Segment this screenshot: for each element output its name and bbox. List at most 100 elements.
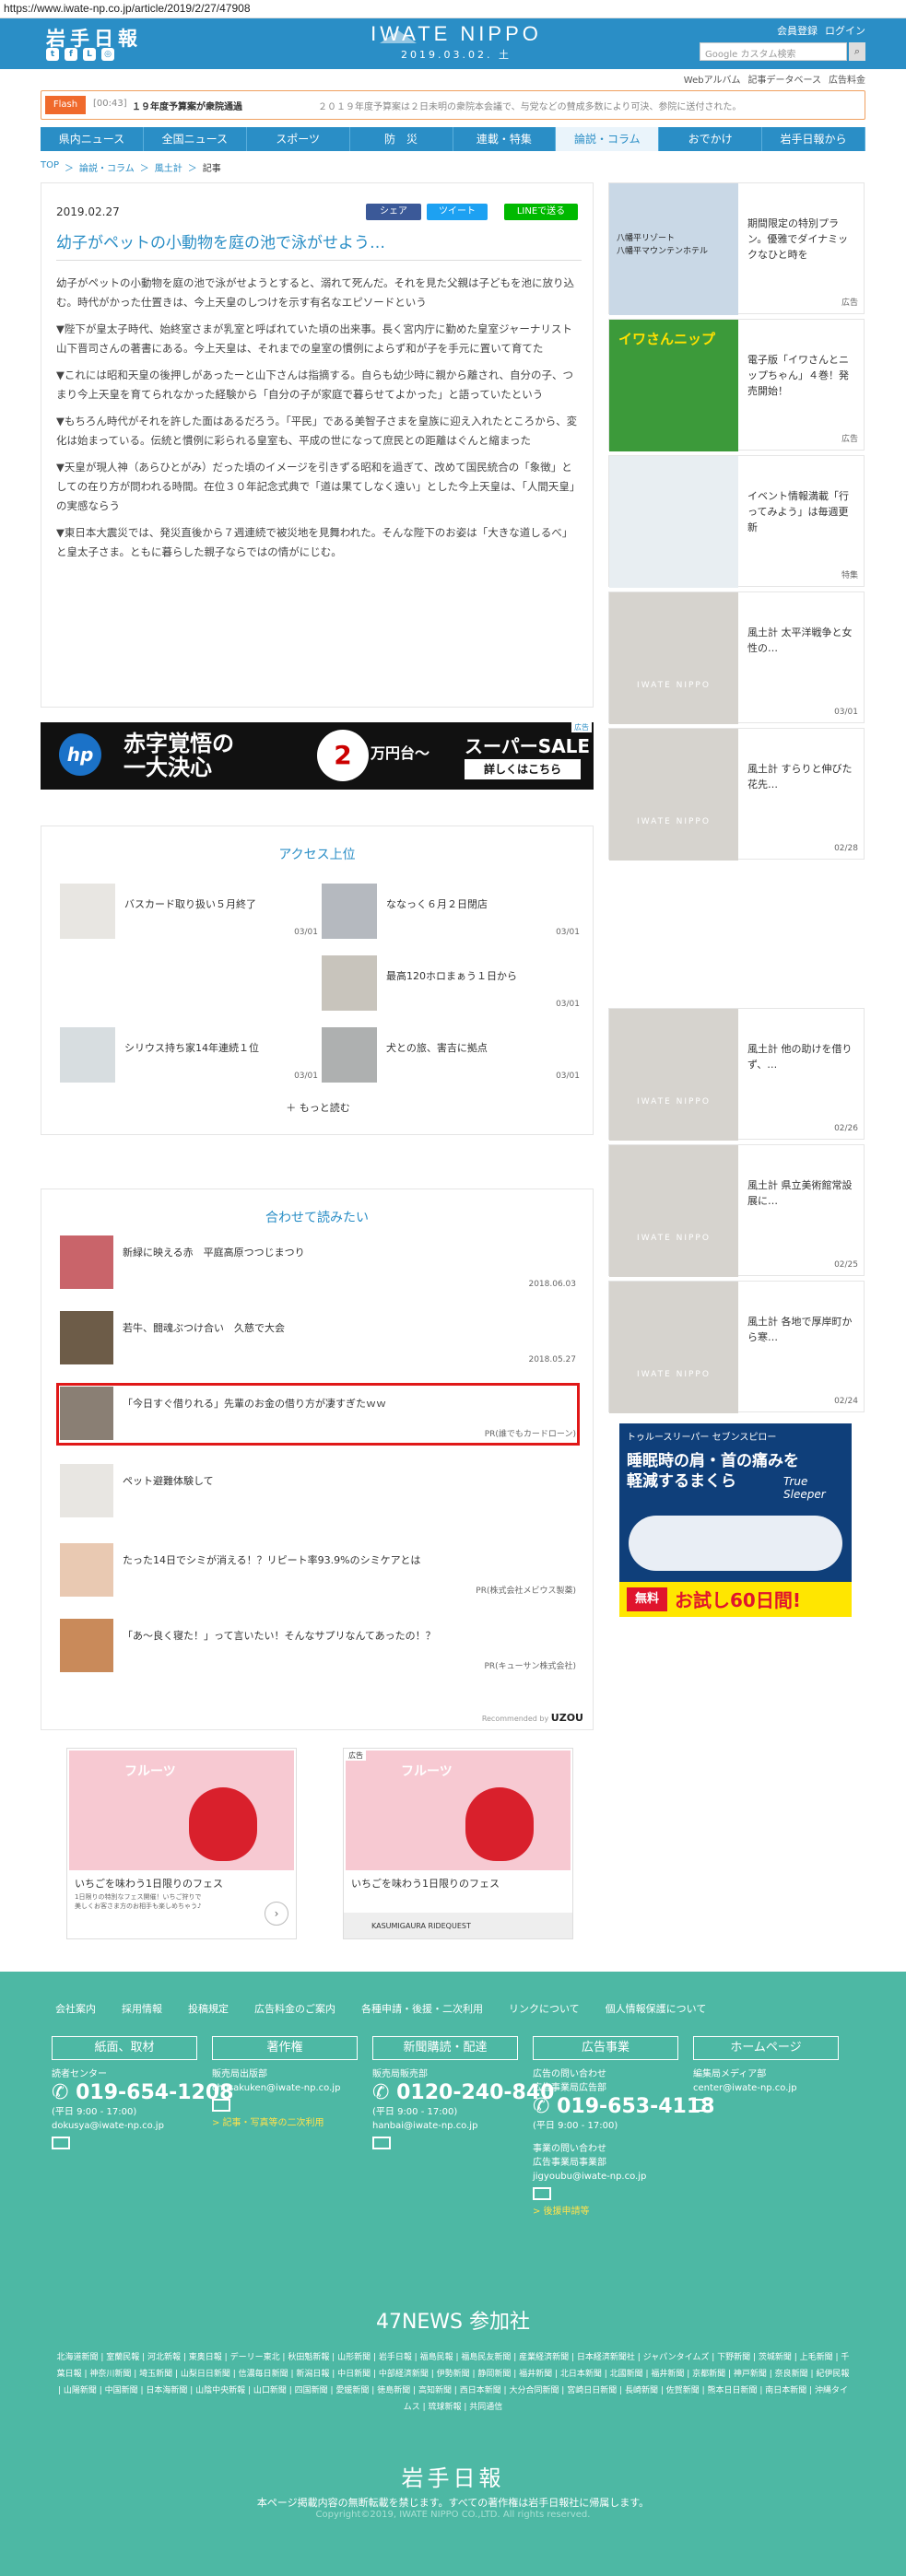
news-partners-list[interactable]: 北海道新聞 | 室蘭民報 | 河北新報 | 東奥日報 | デーリー東北 | 秋田… bbox=[55, 2349, 851, 2416]
nav-item[interactable]: 岩手日報から bbox=[762, 127, 865, 151]
footer-section-button[interactable]: ホームページ bbox=[693, 2036, 839, 2060]
thumbnail bbox=[60, 1619, 113, 1672]
footer-link[interactable]: 採用情報 bbox=[122, 2001, 162, 2016]
nav-item[interactable]: 防 災 bbox=[350, 127, 453, 151]
strawberry-ad[interactable]: フルーツ 広告 いちごを味わう1日限りのフェス KASUMIGAURA RIDE… bbox=[343, 1748, 573, 1939]
footer-link[interactable]: 個人情報保護について bbox=[606, 2001, 707, 2016]
phone-number[interactable]: ✆ 019-654-1208 bbox=[52, 2081, 233, 2105]
email-link[interactable]: hanbai@iwate-np.co.jp bbox=[372, 2119, 554, 2133]
register-link[interactable]: 会員登録 bbox=[777, 23, 818, 38]
phone-number[interactable]: ✆ 019-653-4118 bbox=[533, 2095, 714, 2119]
sidebar-item[interactable]: IWATE NIPPO 風土計 他の助けを借りず、… 02/26 bbox=[608, 1008, 865, 1141]
facebook-share-button[interactable]: シェア bbox=[366, 204, 421, 220]
footer-section-button[interactable]: 紙面、取材 bbox=[52, 2036, 197, 2060]
ad-cta-button[interactable]: 詳しくはこちら bbox=[465, 759, 581, 779]
address-bar[interactable]: https://www.iwate-np.co.jp/article/2019/… bbox=[0, 0, 906, 18]
mail-icon[interactable] bbox=[372, 2137, 391, 2149]
related-item-pr[interactable]: たった14日でシミが消える！？リピート率93.9%のシミケアとは PR(株式会社… bbox=[60, 1543, 576, 1598]
nav-item[interactable]: スポーツ bbox=[247, 127, 350, 151]
hp-ad-banner[interactable]: hp 赤字覚悟の 一大決心 2 万円台〜 スーパーSALE 詳しくはこちら 広告 bbox=[41, 722, 594, 790]
mail-icon[interactable] bbox=[52, 2137, 70, 2149]
sidebar-item[interactable]: イベント情報満載「行ってみよう」は毎週更新 特集 bbox=[608, 455, 865, 588]
nav-item-active[interactable]: 論説・コラム bbox=[556, 127, 660, 151]
chevron-right-icon[interactable]: › bbox=[265, 1902, 288, 1926]
related-item-pr[interactable]: 「今日すぐ借りれる」先輩のお金の借り方が凄すぎたｗｗ PR(誰でもカードローン) bbox=[60, 1387, 576, 1442]
breadcrumb-link[interactable]: 論説・コラム bbox=[79, 160, 135, 174]
tweet-button[interactable]: ツイート bbox=[427, 204, 488, 220]
subnav-link[interactable]: 広告料金 bbox=[829, 72, 865, 86]
sidebar-item[interactable]: 八幡平リゾート 八幡平マウンテンホテル 期間限定の特別プラン。優雅でダイナミック… bbox=[608, 182, 865, 315]
footer-section-button[interactable]: 新聞購読・配達 bbox=[372, 2036, 518, 2060]
footer-section-button[interactable]: 著作権 bbox=[212, 2036, 358, 2060]
ranking-item-date: 03/01 bbox=[556, 928, 580, 937]
thumbnail bbox=[322, 884, 377, 939]
more-link[interactable]: ＋ もっと読む bbox=[41, 1100, 594, 1115]
nav-item[interactable]: おでかけ bbox=[659, 127, 763, 151]
phone-number[interactable]: ✆ 0120-240-840 bbox=[372, 2081, 554, 2105]
strawberry-ad[interactable]: フルーツ いちごを味わう1日限りのフェス 1日限りの特別なフェス開催！いちご狩り… bbox=[66, 1748, 297, 1939]
ad-subtext: 1日限りの特別なフェス開催！いちご狩りで 美しくお客さま方のお相手も楽しめちゃう♪ bbox=[75, 1893, 202, 1910]
line-icon[interactable]: L bbox=[83, 48, 96, 61]
twitter-icon[interactable]: t bbox=[46, 48, 59, 61]
ad-image: フルーツ bbox=[69, 1751, 294, 1870]
sidebar-item[interactable]: IWATE NIPPO 風土計 すらりと伸びた花先… 02/28 bbox=[608, 728, 865, 861]
related-item[interactable]: ペット避難体験して bbox=[60, 1464, 576, 1519]
recommend-credit[interactable]: Recommended by UZOU bbox=[482, 1712, 583, 1724]
sidebar-item[interactable]: イワさんニップ 電子版「イワさんとニップちゃん」４巻！発売開始！ 広告 bbox=[608, 319, 865, 451]
ranking-item[interactable]: 最高120ホロまぁう１日から 03/01 bbox=[322, 955, 580, 1011]
breadcrumb-link[interactable]: 風土計 bbox=[155, 160, 182, 174]
brand-name[interactable]: IWATE NIPPO bbox=[369, 22, 544, 46]
pillow-ad[interactable]: トゥルースリーパー セブンスピロー 睡眠時の肩・首の痛みを 軽減するまくら Tr… bbox=[619, 1423, 852, 1617]
footer-link[interactable]: 広告料金のご案内 bbox=[254, 2001, 335, 2016]
sidebar-item[interactable]: IWATE NIPPO 風土計 県立美術館常設展に… 02/25 bbox=[608, 1144, 865, 1277]
mail-icon[interactable] bbox=[212, 2099, 230, 2112]
flash-news-bar[interactable]: Flash [00:43] １９年度予算案が衆院通過 ２０１９年度予算案は２日未… bbox=[41, 90, 865, 120]
ad-sponsor: KASUMIGAURA RIDEQUEST bbox=[344, 1913, 572, 1938]
related-item-pr[interactable]: 「あ〜良く寝た！」って言いたい！そんなサプリなんてあったの！？ PR(キューサン… bbox=[60, 1619, 576, 1674]
nav-item[interactable]: 県内ニュース bbox=[41, 127, 144, 151]
ranking-item[interactable]: ななっく６月２日閉店 03/01 bbox=[322, 884, 580, 939]
nav-item[interactable]: 連載・特集 bbox=[453, 127, 557, 151]
footer-contact: 読者センター ✆ 019-654-1208 (平日 9:00 - 17:00) … bbox=[52, 2067, 233, 2154]
email-link[interactable]: chosakuken@iwate-np.co.jp bbox=[212, 2081, 340, 2095]
ranking-item[interactable]: シリウス持ち家14年連続１位 03/01 bbox=[60, 1027, 318, 1083]
ranking-item[interactable]: バスカード取り扱い５月終了 03/01 bbox=[60, 884, 318, 939]
footer-sublink[interactable]: > 後援申請等 bbox=[533, 2205, 714, 2219]
subnav-link[interactable]: 記事データベース bbox=[748, 72, 822, 86]
footer-section-button[interactable]: 広告事業 bbox=[533, 2036, 678, 2060]
sidebar-item[interactable]: IWATE NIPPO 風土計 各地で厚岸町から寒… 02/24 bbox=[608, 1281, 865, 1413]
related-item[interactable]: 新緑に映える赤 平庭高原つつじまつり 2018.06.03 bbox=[60, 1235, 576, 1291]
facebook-icon[interactable]: f bbox=[65, 48, 77, 61]
sidebar-item[interactable]: IWATE NIPPO 風土計 太平洋戦争と女性の… 03/01 bbox=[608, 591, 865, 724]
comic-image: イワさんニップ bbox=[609, 320, 738, 451]
footer-link[interactable]: 会社案内 bbox=[55, 2001, 96, 2016]
email-link[interactable]: dokusya@iwate-np.co.jp bbox=[52, 2119, 233, 2133]
search-button[interactable]: ⌕ bbox=[849, 42, 865, 61]
ranking-item-date: 03/01 bbox=[556, 1000, 580, 1009]
article-body: 幼子がペットの小動物を庭の池で泳がせようとすると、溺れて死んだ。それを見た父親は… bbox=[56, 274, 582, 569]
footer-link[interactable]: 投稿規定 bbox=[188, 2001, 229, 2016]
ranking-item-title: 最高120ホロまぁう１日から bbox=[386, 970, 517, 982]
instagram-icon[interactable]: ◎ bbox=[101, 48, 114, 61]
mail-icon[interactable] bbox=[533, 2187, 551, 2200]
search-input[interactable]: Google カスタム検索 bbox=[700, 42, 847, 61]
nav-item[interactable]: 全国ニュース bbox=[144, 127, 247, 151]
subnav-link[interactable]: Webアルバム bbox=[684, 72, 741, 86]
footer-link[interactable]: 各種申請・後援・二次利用 bbox=[361, 2001, 483, 2016]
ad-image: フルーツ bbox=[346, 1751, 571, 1870]
ranking-item[interactable]: 犬との旅、害吉に拠点 03/01 bbox=[322, 1027, 580, 1083]
breadcrumb-link[interactable]: TOP bbox=[41, 160, 59, 174]
brand-block: IWATE NIPPO 2019.03.02. 土 bbox=[369, 22, 544, 62]
mail-icon[interactable] bbox=[693, 2099, 712, 2112]
ranking-title: アクセス上位 bbox=[278, 848, 356, 862]
flash-headline[interactable]: １９年度予算案が衆院通過 bbox=[132, 99, 242, 112]
footer-logo[interactable]: 岩手日報 bbox=[0, 2460, 906, 2492]
footer-sublink[interactable]: > 記事・写真等の二次利用 bbox=[212, 2116, 340, 2130]
line-share-button[interactable]: LINEで送る bbox=[504, 204, 578, 220]
login-link[interactable]: ログイン bbox=[825, 23, 865, 38]
related-item[interactable]: 若牛、闘魂ぶつけ合い 久慈で大会 2018.05.27 bbox=[60, 1311, 576, 1366]
email-link[interactable]: jigyoubu@iwate-np.co.jp bbox=[533, 2170, 714, 2184]
footer-link[interactable]: リンクについて bbox=[509, 2001, 580, 2016]
email-link[interactable]: center@iwate-np.co.jp bbox=[693, 2081, 797, 2095]
sidebar-item-title: 期間限定の特別プラン。優雅でダイナミックなひと時を bbox=[747, 217, 849, 261]
